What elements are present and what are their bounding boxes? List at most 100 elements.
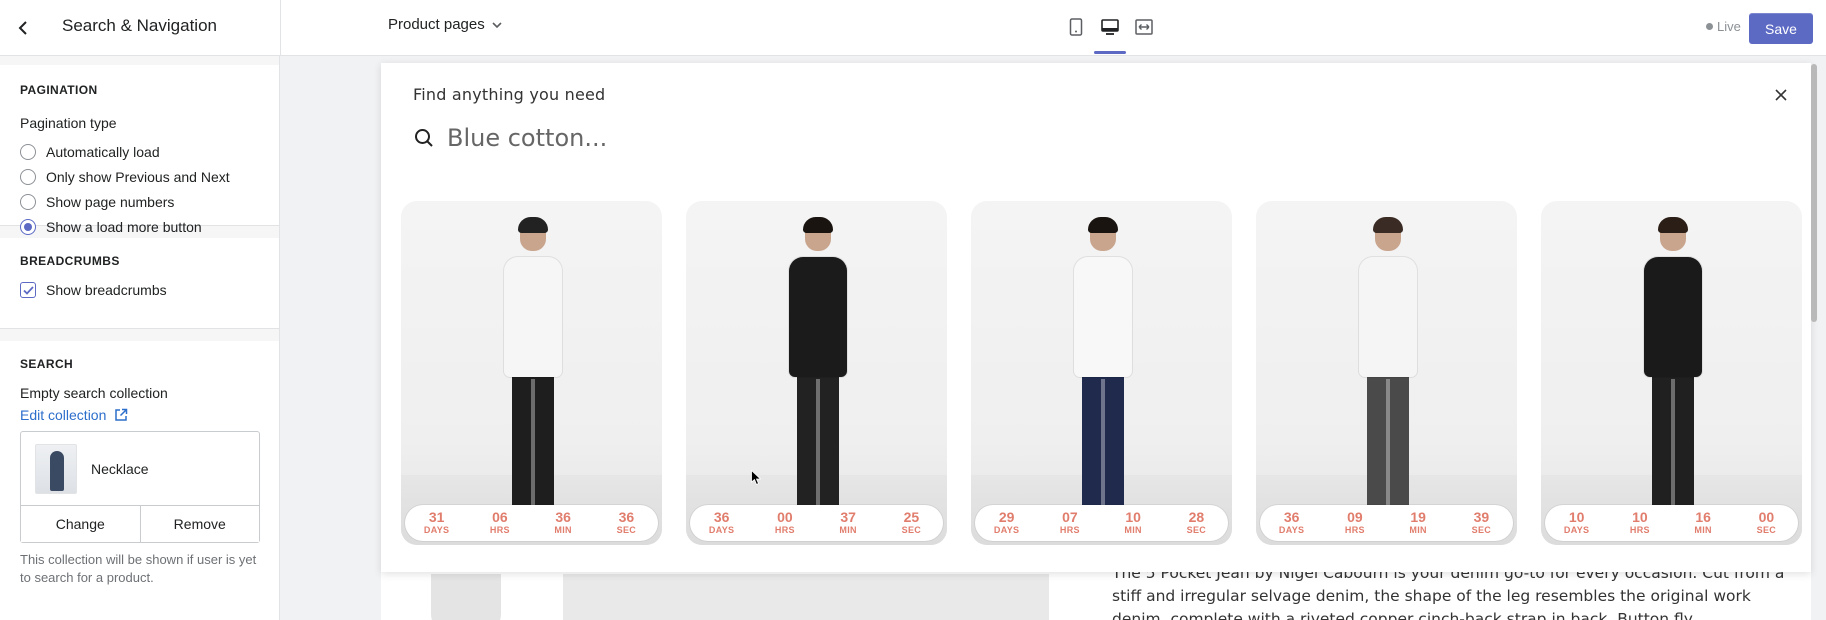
countdown-timer: 10 DAYS 10 HRS 16 MIN 00 SEC — [1545, 505, 1798, 541]
live-dot-icon — [1706, 23, 1713, 30]
pagination-type-label: Pagination type — [20, 115, 117, 131]
countdown-min-value: 16 — [1695, 509, 1711, 525]
collection-actions: Change Remove — [21, 506, 259, 542]
product-card[interactable]: 29 DAYS 07 HRS 10 MIN 28 SEC — [971, 201, 1232, 545]
template-selector[interactable]: Product pages — [388, 16, 503, 33]
sidebar-title: Search & Navigation — [62, 16, 217, 35]
storefront-preview: The 5 Pocket Jean by Nigel Cabourn is yo… — [281, 56, 1826, 620]
pagination-option[interactable]: Show page numbers — [20, 189, 259, 214]
checkbox-box[interactable] — [20, 282, 36, 298]
save-button[interactable]: Save — [1749, 13, 1813, 44]
editor-topbar: Search & Navigation Product pages Live S… — [0, 0, 1826, 56]
countdown-hrs-value: 06 — [492, 509, 508, 525]
countdown-sec: 25 SEC — [891, 510, 931, 536]
live-label: Live — [1717, 19, 1741, 34]
edit-collection-label: Edit collection — [20, 407, 107, 423]
mobile-view-button[interactable] — [1064, 14, 1088, 40]
radio-button[interactable] — [20, 193, 36, 210]
countdown-timer: 29 DAYS 07 HRS 10 MIN 28 SEC — [975, 505, 1228, 541]
change-collection-button[interactable]: Change — [21, 506, 141, 542]
pagination-option[interactable]: Only show Previous and Next — [20, 164, 259, 189]
topbar-divider — [280, 0, 281, 56]
desktop-view-button[interactable] — [1094, 14, 1126, 54]
countdown-hrs: 00 HRS — [765, 510, 805, 536]
countdown-sec-label: SEC — [1186, 525, 1207, 535]
countdown-sec: 36 SEC — [606, 510, 646, 536]
countdown-hrs: 06 HRS — [480, 510, 520, 536]
countdown-days: 36 DAYS — [1272, 510, 1312, 536]
search-box — [413, 118, 1313, 158]
close-search-button[interactable] — [1771, 85, 1791, 105]
countdown-hrs-label: HRS — [1344, 525, 1365, 535]
pagination-option[interactable]: Automatically load — [20, 139, 259, 164]
external-link-icon — [115, 408, 128, 421]
countdown-days-value: 36 — [713, 509, 730, 525]
product-photo-model — [1062, 217, 1142, 519]
pagination-heading: PAGINATION — [20, 83, 98, 97]
remove-collection-button[interactable]: Remove — [140, 506, 259, 542]
countdown-days-label: DAYS — [993, 525, 1020, 535]
collection-thumbnail — [35, 443, 77, 494]
countdown-timer: 36 DAYS 00 HRS 37 MIN 25 SEC — [690, 505, 943, 541]
countdown-sec-label: SEC — [901, 525, 922, 535]
countdown-min: 16 MIN — [1683, 510, 1723, 536]
countdown-sec-label: SEC — [616, 525, 637, 535]
search-modal: Find anything you need 31DAYS06HRS36MIN3… — [381, 63, 1811, 572]
countdown-sec: 39 SEC — [1461, 510, 1501, 536]
countdown-sec: 00 SEC — [1746, 510, 1786, 536]
countdown-days-value: 36 — [1283, 509, 1300, 525]
breadcrumbs-heading: BREADCRUMBS — [20, 254, 120, 268]
countdown-hrs-value: 07 — [1062, 509, 1078, 525]
collection-help-text: This collection will be shown if user is… — [20, 552, 257, 585]
search-section: SEARCH Empty search collection Edit coll… — [0, 329, 279, 603]
countdown-sec-value: 39 — [1473, 509, 1490, 525]
edit-collection-link[interactable]: Edit collection — [20, 407, 259, 423]
countdown-sec-label: SEC — [1471, 525, 1492, 535]
back-button[interactable] — [12, 16, 36, 40]
fullwidth-view-button[interactable] — [1132, 14, 1156, 40]
preview-scrollbar[interactable] — [1811, 64, 1819, 364]
product-photo-model — [1632, 217, 1712, 519]
countdown-sec-value: 25 — [903, 509, 920, 525]
collection-name: Necklace — [91, 460, 149, 477]
countdown-hrs-value: 00 — [777, 509, 793, 525]
show-breadcrumbs-label: Show breadcrumbs — [46, 282, 167, 298]
product-card[interactable]: 31 DAYS 06 HRS 36 MIN 36 SEC — [401, 201, 662, 545]
show-breadcrumbs-checkbox[interactable]: Show breadcrumbs — [20, 282, 259, 298]
countdown-min-label: MIN — [839, 525, 857, 535]
radio-button[interactable] — [20, 168, 36, 185]
product-card[interactable]: 36 DAYS 00 HRS 37 MIN 25 SEC — [686, 201, 947, 545]
checkmark-icon — [22, 285, 34, 295]
countdown-min-value: 36 — [555, 509, 571, 525]
product-card[interactable]: 10 DAYS 10 HRS 16 MIN 00 SEC — [1541, 201, 1802, 545]
countdown-sec-value: 00 — [1758, 509, 1775, 525]
countdown-days-label: DAYS — [708, 525, 735, 535]
pagination-option-label: Automatically load — [46, 143, 160, 160]
countdown-sec: 28 SEC — [1176, 510, 1216, 536]
background-product-image — [563, 574, 1049, 620]
breadcrumbs-section: BREADCRUMBS Show breadcrumbs — [0, 226, 279, 329]
countdown-hrs-label: HRS — [489, 525, 510, 535]
radio-button[interactable] — [20, 218, 36, 235]
mouse-cursor-icon — [751, 470, 761, 486]
empty-search-collection-label: Empty search collection — [20, 385, 168, 401]
countdown-min: 10 MIN — [1113, 510, 1153, 536]
close-icon — [1775, 89, 1787, 101]
radio-button[interactable] — [20, 143, 36, 160]
countdown-days-value: 10 — [1568, 509, 1585, 525]
scrollbar-thumb[interactable] — [1811, 64, 1817, 322]
countdown-hrs: 10 HRS — [1620, 510, 1660, 536]
countdown-days-value: 29 — [998, 509, 1015, 525]
collection-summary: Necklace — [21, 432, 259, 506]
pagination-option-label: Only show Previous and Next — [46, 168, 230, 185]
live-status: Live — [1706, 19, 1741, 34]
countdown-days: 29 DAYS — [987, 510, 1027, 536]
settings-sidebar: PAGINATION Pagination type Automatically… — [0, 56, 280, 620]
countdown-hrs-value: 10 — [1632, 509, 1648, 525]
countdown-min: 19 MIN — [1398, 510, 1438, 536]
product-photo-model — [777, 217, 857, 519]
search-input[interactable] — [447, 124, 1147, 152]
countdown-min-value: 19 — [1410, 509, 1426, 525]
countdown-min-label: MIN — [1124, 525, 1142, 535]
product-card[interactable]: 36 DAYS 09 HRS 19 MIN 39 SEC — [1256, 201, 1517, 545]
